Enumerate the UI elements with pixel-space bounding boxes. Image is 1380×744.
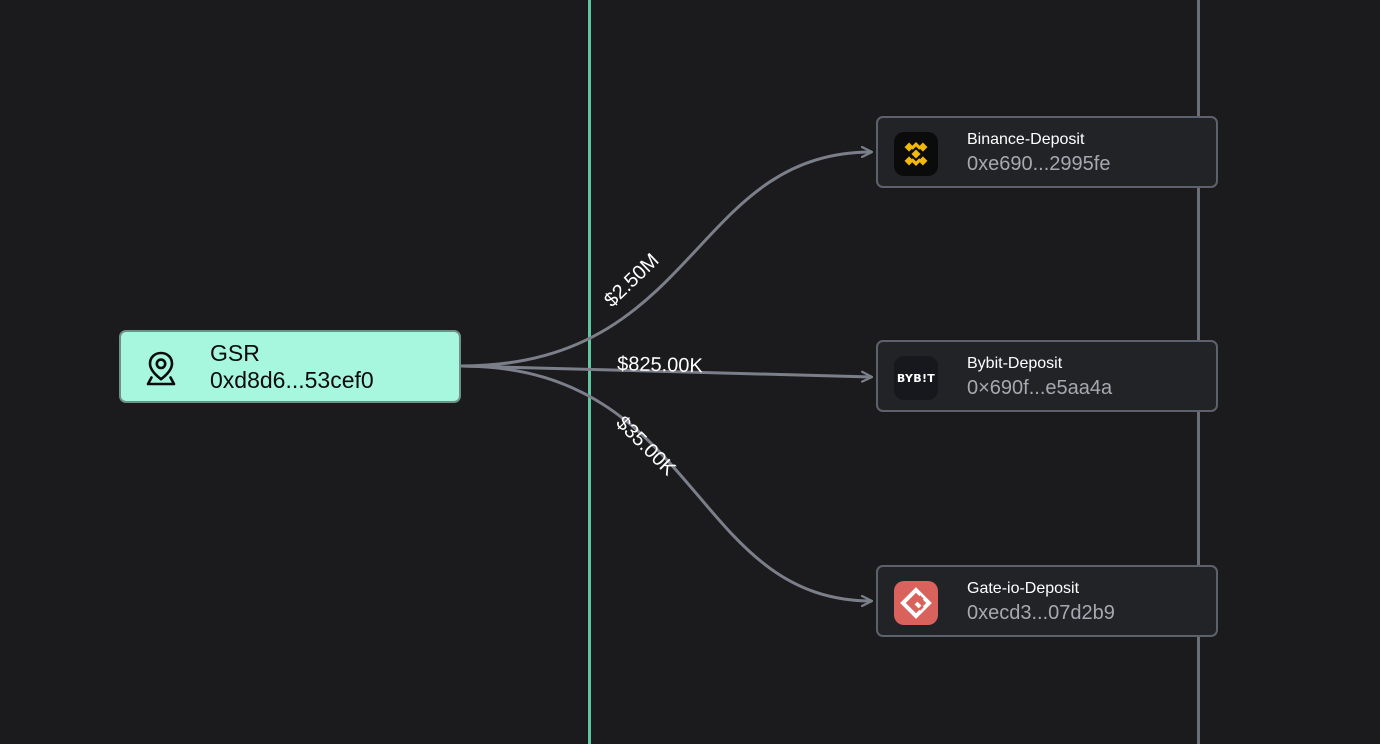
bybit-logo-icon: BYB!T (894, 356, 938, 400)
target-node-bybit[interactable]: BYB!T Bybit-Deposit 0×690f...e5aa4a (876, 340, 1218, 412)
location-pin-icon (146, 351, 176, 386)
flow-canvas[interactable]: $2.50M $825.00K $35.00K GSR 0xd8d6...53c… (0, 0, 1380, 744)
edge-binance[interactable] (460, 152, 872, 368)
target-name: Gate-io-Deposit (967, 580, 1080, 597)
target-address: 0×690f...e5aa4a (967, 377, 1113, 399)
edge-gateio[interactable] (460, 364, 872, 601)
source-address: 0xd8d6...53cef0 (210, 367, 374, 393)
binance-logo-icon (894, 132, 938, 176)
target-node-gateio[interactable]: Gate-io-Deposit 0xecd3...07d2b9 (876, 565, 1218, 637)
gateio-logo-icon (894, 581, 938, 625)
target-name: Bybit-Deposit (967, 355, 1063, 372)
source-name: GSR (210, 340, 260, 366)
target-address: 0xe690...2995fe (967, 153, 1111, 175)
bybit-logo-text: BYB!T (896, 371, 936, 385)
target-name: Binance-Deposit (967, 131, 1085, 148)
target-node-binance[interactable]: Binance-Deposit 0xe690...2995fe (876, 116, 1218, 188)
source-node-gsr[interactable]: GSR 0xd8d6...53cef0 (119, 330, 461, 403)
target-address: 0xecd3...07d2b9 (967, 602, 1115, 624)
edge-label-binance: $2.50M (600, 249, 663, 311)
edge-label-bybit: $825.00K (617, 353, 704, 377)
edge-label-gateio: $35.00K (611, 412, 680, 481)
